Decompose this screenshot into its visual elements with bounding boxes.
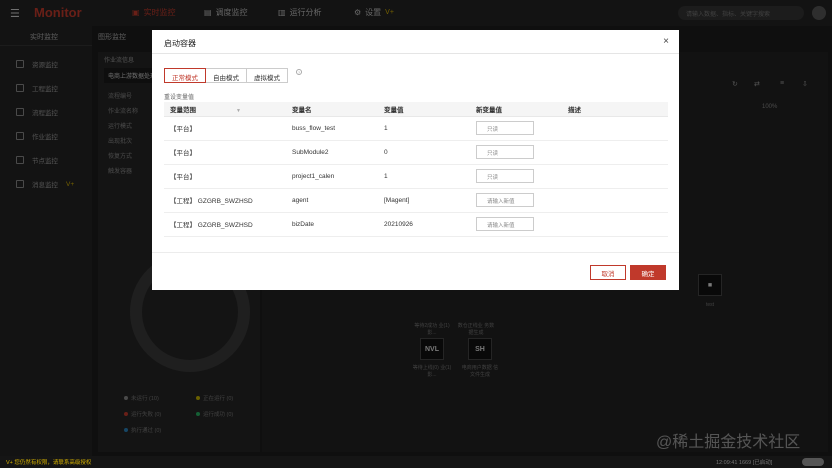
mode-tabs: 正常模式 自由模式 虚拟模式 [164, 68, 288, 83]
status-bar: V+ 您仍然有权限，请联系高级授权 12:09:41 1669 [已启动] [0, 456, 832, 468]
column-label: 变量范围 [170, 106, 196, 114]
help-icon[interactable]: ? [296, 69, 302, 75]
cell-value: 1 [378, 164, 470, 189]
cell-desc [562, 188, 668, 213]
table-row: 【平台】 buss_flow_test 1 只读 [164, 116, 668, 141]
tab-free-mode[interactable]: 自由模式 [205, 68, 247, 83]
cell-new-value: 请输入新值 [470, 188, 562, 213]
cell-new-value: 只读 [470, 164, 562, 189]
cell-name: bizDate [286, 212, 378, 237]
cell-value: [Magent] [378, 188, 470, 213]
table-row: 【平台】 project1_calen 1 只读 [164, 164, 668, 189]
start-container-dialog: 启动容器 × 正常模式 自由模式 虚拟模式 ? 重设变量值 变量范围 ▼ 变量名 … [152, 30, 679, 290]
new-value-input[interactable]: 只读 [476, 121, 534, 135]
variable-table: 变量范围 ▼ 变量名 变量值 新变量值 描述 【平台】 buss_flow_tes… [164, 102, 668, 237]
close-icon[interactable]: × [663, 36, 669, 47]
status-toggle[interactable] [802, 458, 824, 466]
cell-value: 0 [378, 140, 470, 165]
tab-normal-mode[interactable]: 正常模式 [164, 68, 206, 83]
table-row: 【平台】 SubModule2 0 只读 [164, 140, 668, 165]
cell-value: 1 [378, 116, 470, 141]
cell-scope: 【工程】 GZGRB_SWZHSD [164, 212, 286, 237]
new-value-input[interactable]: 请输入新值 [476, 193, 534, 207]
new-value-input[interactable]: 只读 [476, 169, 534, 183]
status-left: V+ 您仍然有权限，请联系高级授权 [6, 460, 92, 466]
section-label: 重设变量值 [164, 95, 195, 101]
cell-name: agent [286, 188, 378, 213]
confirm-button[interactable]: 确定 [630, 265, 666, 280]
cell-new-value: 只读 [470, 116, 562, 141]
table-row: 【工程】 GZGRB_SWZHSD agent [Magent] 请输入新值 [164, 188, 668, 213]
cell-name: project1_calen [286, 164, 378, 189]
dialog-header: 启动容器 × [152, 30, 679, 54]
column-header: 描述 [562, 102, 668, 117]
cancel-button[interactable]: 取消 [590, 265, 626, 280]
cell-name: SubModule2 [286, 140, 378, 165]
cell-new-value: 只读 [470, 140, 562, 165]
cell-scope: 【平台】 [164, 116, 286, 141]
table-row: 【工程】 GZGRB_SWZHSD bizDate 20210926 请输入新值 [164, 212, 668, 237]
cell-desc [562, 212, 668, 237]
dialog-footer: 取消 确定 [152, 252, 679, 290]
column-header: 变量值 [378, 102, 470, 117]
cell-scope: 【平台】 [164, 140, 286, 165]
cell-desc [562, 116, 668, 141]
dialog-title: 启动容器 [164, 39, 196, 48]
filter-icon[interactable]: ▼ [236, 108, 241, 114]
cell-desc [562, 140, 668, 165]
cell-name: buss_flow_test [286, 116, 378, 141]
cell-desc [562, 164, 668, 189]
column-header: 变量名 [286, 102, 378, 117]
tab-virtual-mode[interactable]: 虚拟模式 [246, 68, 288, 83]
cell-scope: 【工程】 GZGRB_SWZHSD [164, 188, 286, 213]
cell-value: 20210926 [378, 212, 470, 237]
cell-scope: 【平台】 [164, 164, 286, 189]
new-value-input[interactable]: 只读 [476, 145, 534, 159]
cell-new-value: 请输入新值 [470, 212, 562, 237]
table-header-row: 变量范围 ▼ 变量名 变量值 新变量值 描述 [164, 102, 668, 117]
column-header: 新变量值 [470, 102, 562, 117]
status-right: 12:09:41 1669 [已启动] [716, 460, 773, 466]
column-header: 变量范围 ▼ [164, 102, 286, 117]
new-value-input[interactable]: 请输入新值 [476, 217, 534, 231]
